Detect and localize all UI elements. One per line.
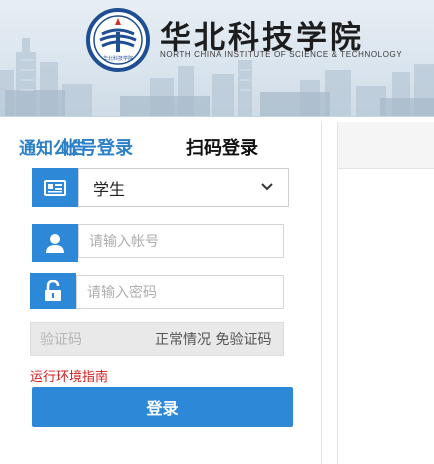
role-select[interactable]: 学生	[78, 168, 289, 207]
captcha-placeholder: 验证码	[40, 332, 82, 348]
account-icon-box	[32, 224, 78, 262]
environment-guide-link[interactable]: 运行环境指南	[30, 366, 108, 385]
lock-icon	[45, 280, 61, 301]
chevron-down-icon	[261, 183, 273, 191]
password-input[interactable]: 请输入密码	[76, 275, 284, 309]
school-name-english: NORTH CHINA INSTITUTE OF SCIENCE & TECHN…	[160, 50, 403, 59]
tab-qr-login[interactable]: 扫码登录	[186, 134, 258, 160]
account-input[interactable]: 请输入帐号	[78, 224, 284, 258]
notice-title[interactable]: 通知公告	[19, 134, 87, 159]
page-header: 华北科技学院 华北科技学院 NORTH CHINA INSTITUTE OF S…	[0, 0, 434, 117]
school-logo: 华北科技学院	[86, 8, 150, 72]
user-icon	[46, 234, 64, 253]
password-placeholder: 请输入密码	[87, 285, 157, 301]
id-card-icon	[44, 179, 66, 196]
notice-panel	[337, 122, 434, 464]
captcha-input[interactable]: 验证码 正常情况 免验证码	[30, 322, 284, 356]
login-button[interactable]: 登录	[32, 387, 293, 427]
account-placeholder: 请输入帐号	[89, 234, 159, 250]
logo-text: 华北科技学院	[103, 55, 133, 62]
notice-header	[338, 122, 434, 169]
role-selected-value: 学生	[93, 179, 126, 199]
role-icon-box	[32, 168, 78, 207]
password-icon-box	[30, 273, 76, 309]
captcha-hint: 正常情况 免验证码	[155, 332, 272, 348]
